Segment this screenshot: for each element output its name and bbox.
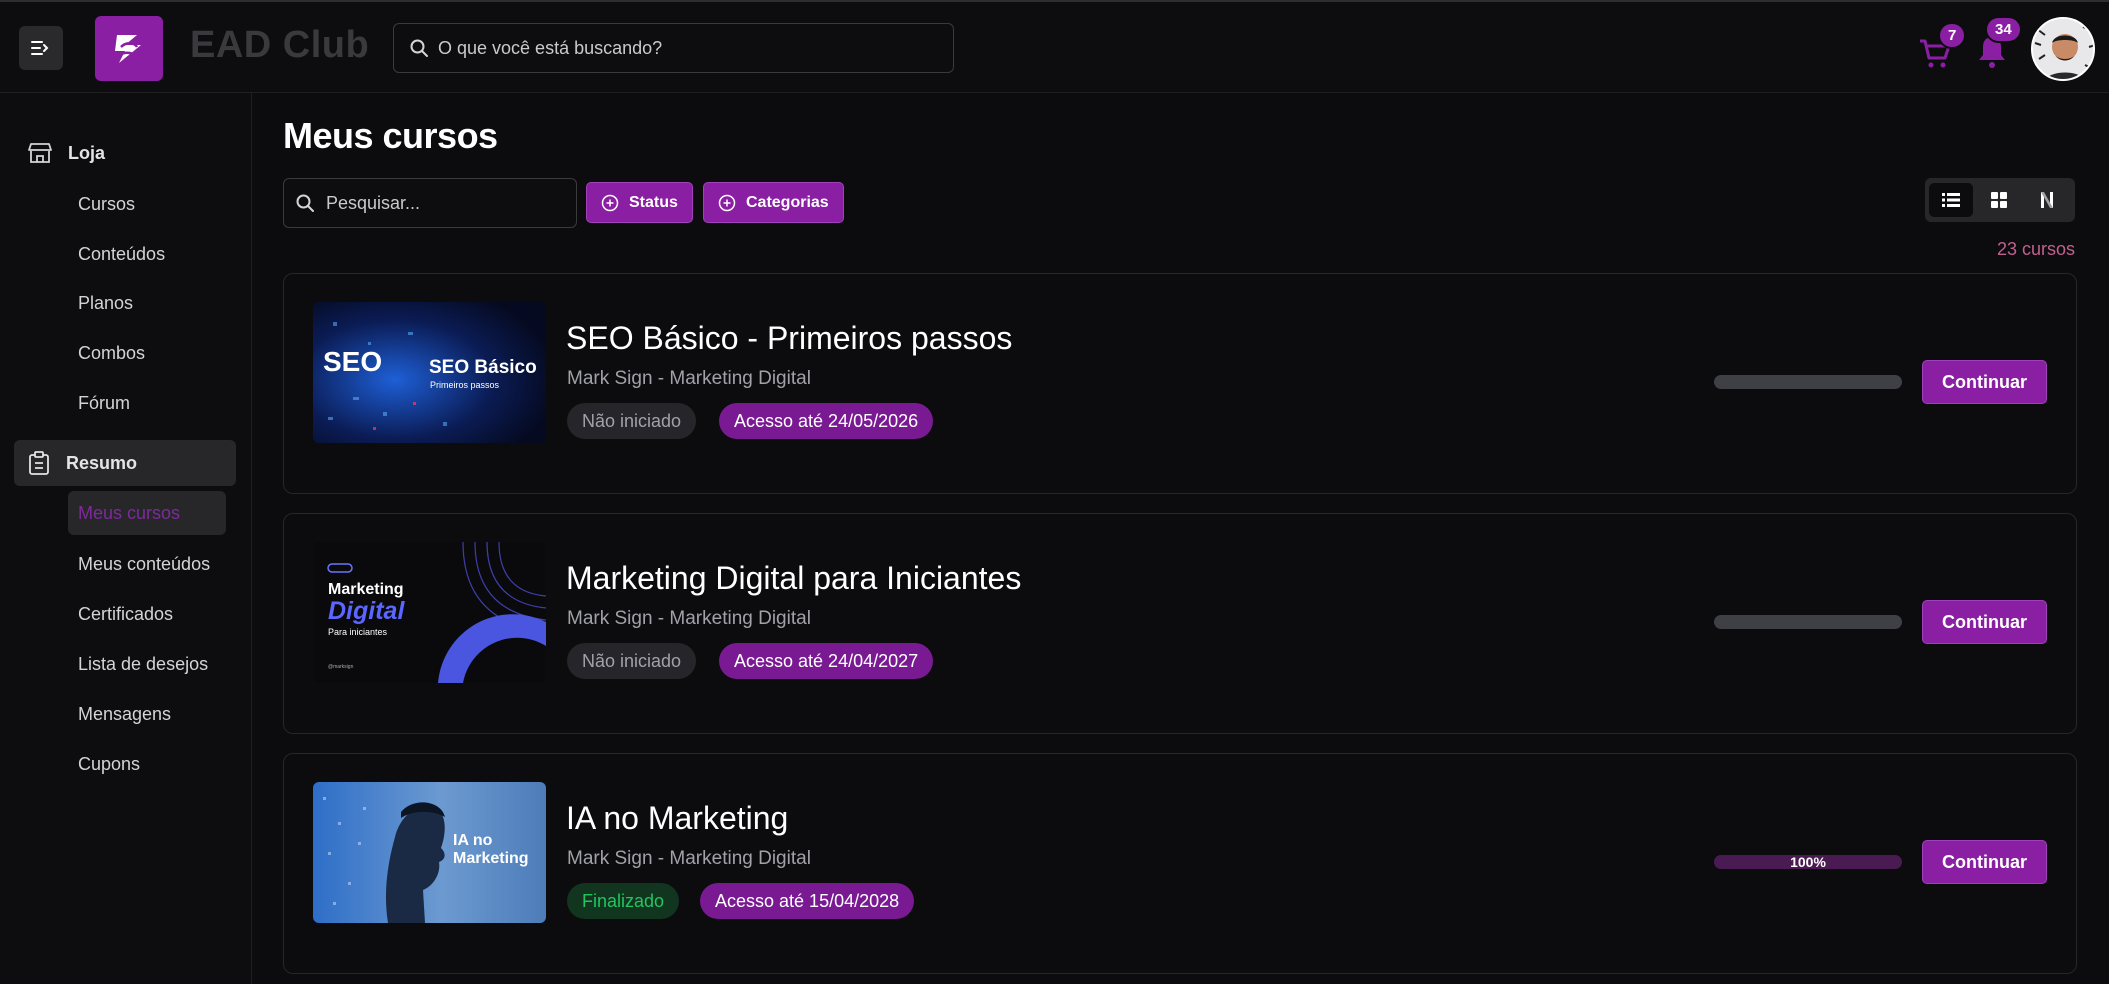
user-avatar-image xyxy=(2033,19,2093,79)
course-thumbnail[interactable]: Marketing Digital Para iniciantes @marks… xyxy=(313,542,546,683)
continue-button[interactable]: Continuar xyxy=(1922,360,2047,404)
thumb-title: Marketing xyxy=(328,581,404,598)
categories-filter-label: Categorias xyxy=(746,193,829,211)
access-badge: Acesso até 15/04/2028 xyxy=(700,883,915,919)
top-bar: EAD Club 7 34 xyxy=(0,0,2109,93)
search-icon xyxy=(410,39,428,57)
netflix-icon xyxy=(2041,192,2053,208)
sidebar-item-certificados[interactable]: Certificados xyxy=(68,592,226,636)
course-card: IA no Marketing IA no Marketing Mark Sig… xyxy=(283,753,2077,974)
plus-circle-icon xyxy=(718,194,736,211)
access-badge: Acesso até 24/04/2027 xyxy=(719,643,934,679)
status-badge: Não iniciado xyxy=(567,403,697,439)
thumb-title: SEO Básico xyxy=(429,357,537,378)
status-filter-label: Status xyxy=(629,193,678,211)
seo-thumbnail-image: SEO SEO Básico Primeiros passos xyxy=(313,302,546,443)
list-icon xyxy=(1942,193,1960,207)
course-subtitle: Mark Sign - Marketing Digital xyxy=(567,368,811,389)
course-subtitle: Mark Sign - Marketing Digital xyxy=(567,848,811,869)
thumb-subtitle: Marketing xyxy=(453,850,529,867)
list-view-button[interactable] xyxy=(1929,183,1973,217)
sidebar-item-mensagens[interactable]: Mensagens xyxy=(68,692,226,736)
categories-filter-button[interactable]: Categorias xyxy=(703,182,844,223)
thumb-title-accent: Digital xyxy=(328,597,405,625)
grid-icon xyxy=(1991,192,2007,208)
grid-view-button[interactable] xyxy=(1977,183,2021,217)
plus-circle-icon xyxy=(601,194,619,211)
course-thumbnail[interactable]: SEO SEO Básico Primeiros passos xyxy=(313,302,546,443)
continue-button[interactable]: Continuar xyxy=(1922,600,2047,644)
sidebar-section-label: Loja xyxy=(68,142,106,163)
course-title[interactable]: Marketing Digital para Iniciantes xyxy=(566,560,1021,597)
continue-button[interactable]: Continuar xyxy=(1922,840,2047,884)
sidebar-toggle-button[interactable] xyxy=(19,26,63,70)
thumb-title: IA no xyxy=(453,832,493,849)
progress-bar xyxy=(1714,375,1902,389)
progress-bar xyxy=(1714,615,1902,629)
sidebar-item-planos[interactable]: Planos xyxy=(68,281,226,325)
menu-toggle-icon xyxy=(31,41,49,55)
sidebar: Loja Cursos Conteúdos Planos Combos Fóru… xyxy=(0,93,252,984)
sidebar-item-lista-de-desejos[interactable]: Lista de desejos xyxy=(68,642,226,686)
notifications-count-badge: 34 xyxy=(1985,16,2022,43)
app-logo[interactable] xyxy=(95,16,163,81)
sidebar-item-meus-cursos[interactable]: Meus cursos xyxy=(68,491,226,535)
progress-fill: 100% xyxy=(1714,855,1902,869)
sidebar-section-store[interactable]: Loja xyxy=(14,130,236,176)
sidebar-item-conteudos[interactable]: Conteúdos xyxy=(68,232,226,276)
sidebar-item-cupons[interactable]: Cupons xyxy=(68,742,226,786)
clipboard-icon xyxy=(29,451,49,475)
sidebar-item-meus-conteudos[interactable]: Meus conteúdos xyxy=(68,542,226,586)
course-card: SEO SEO Básico Primeiros passos SEO Bási… xyxy=(283,273,2077,494)
notifications-button[interactable]: 34 xyxy=(1975,16,2022,70)
course-card: Marketing Digital Para iniciantes @marks… xyxy=(283,513,2077,734)
status-filter-button[interactable]: Status xyxy=(586,182,693,223)
view-mode-toggle xyxy=(1925,178,2075,222)
thumb-handle: @marksign xyxy=(328,664,354,670)
global-search-input[interactable] xyxy=(438,37,938,59)
store-icon xyxy=(28,143,52,163)
course-title[interactable]: IA no Marketing xyxy=(566,800,788,837)
sidebar-section-summary[interactable]: Resumo xyxy=(14,440,236,486)
netflix-view-button[interactable] xyxy=(2025,183,2069,217)
thumb-subtitle: Para iniciantes xyxy=(328,627,388,637)
thumb-subtitle: Primeiros passos xyxy=(430,380,500,390)
course-count: 23 cursos xyxy=(1996,239,2075,259)
sidebar-item-combos[interactable]: Combos xyxy=(68,331,226,375)
course-title[interactable]: SEO Básico - Primeiros passos xyxy=(566,320,1012,357)
brand-name: EAD Club xyxy=(190,24,370,66)
access-badge: Acesso até 24/05/2026 xyxy=(719,403,934,439)
search-icon xyxy=(296,194,314,212)
ia-thumbnail-image: IA no Marketing xyxy=(313,782,546,923)
cart-count-badge: 7 xyxy=(1938,22,1967,49)
status-badge: Não iniciado xyxy=(567,643,697,679)
course-search-input[interactable] xyxy=(326,192,556,214)
sidebar-item-cursos[interactable]: Cursos xyxy=(68,182,226,226)
user-avatar[interactable] xyxy=(2031,17,2095,81)
global-search[interactable] xyxy=(393,23,954,73)
progress-bar: 100% xyxy=(1714,855,1902,869)
sidebar-item-forum[interactable]: Fórum xyxy=(68,381,226,425)
cart-button[interactable]: 7 xyxy=(1918,22,1967,70)
course-search[interactable] xyxy=(283,178,577,228)
thumb-seo-word: SEO xyxy=(323,346,382,377)
status-badge: Finalizado xyxy=(567,883,680,919)
logo-icon xyxy=(115,34,141,63)
main-content: Meus cursos Status Categorias 23 cursos xyxy=(253,93,2109,984)
sidebar-section-label: Resumo xyxy=(66,452,138,473)
marketing-thumbnail-image: Marketing Digital Para iniciantes @marks… xyxy=(313,542,546,683)
page-title: Meus cursos xyxy=(283,115,498,156)
course-thumbnail[interactable]: IA no Marketing xyxy=(313,782,546,923)
course-subtitle: Mark Sign - Marketing Digital xyxy=(567,608,811,629)
